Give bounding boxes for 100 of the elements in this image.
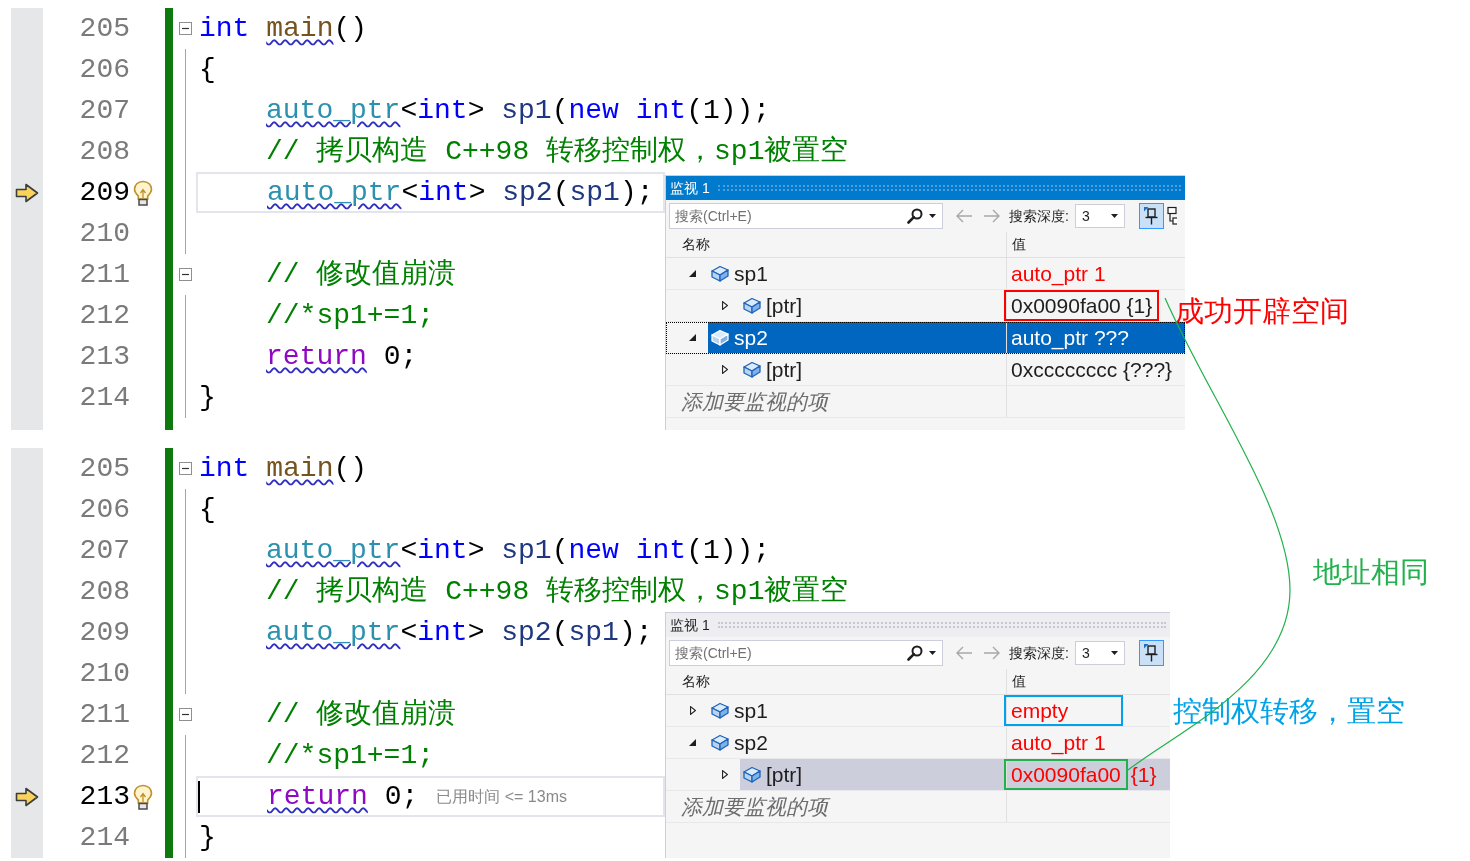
column-header: 名称 [682, 235, 710, 254]
code-line: // 拷贝构造 C++98 转移控制权，sp1被置空 [266, 574, 849, 609]
caret-icon[interactable] [929, 214, 936, 218]
line-number: 211 [79, 698, 130, 731]
watch-value: empty [1011, 697, 1069, 724]
minus-box-icon[interactable] [178, 22, 192, 35]
search-icon[interactable] [907, 208, 923, 224]
code-line: { [199, 52, 216, 87]
watch-value: 0xcccccccc {???} [1011, 356, 1173, 383]
line-number: 214 [79, 821, 130, 854]
code-line: auto_ptr<int> sp1(new int(1)); [266, 93, 771, 128]
search-field[interactable]: 搜索(Ctrl+E) [669, 203, 943, 229]
cube-icon [711, 734, 729, 751]
code-line: return 0; [267, 779, 419, 814]
cube-icon [743, 297, 761, 314]
code-line: // 修改值崩溃 [266, 257, 457, 292]
add-watch-field[interactable]: 添加要监视的项 [666, 386, 1006, 417]
code-line: int main() [199, 11, 368, 46]
column-header: 值 [1012, 235, 1026, 254]
depth-dropdown[interactable]: 3 [1074, 641, 1125, 665]
add-watch-field[interactable]: 添加要监视的项 [666, 791, 1006, 822]
line-number: 205 [79, 452, 130, 485]
watch-value: 0x0090fa00 {1} [1011, 292, 1153, 319]
pin-button[interactable] [1138, 640, 1164, 666]
variable-name: sp1 [734, 260, 768, 287]
search-field[interactable]: 搜索(Ctrl+E) [669, 640, 943, 666]
code-line: //*sp1+=1; [266, 298, 435, 333]
pin-icon [1143, 644, 1159, 662]
triangle-icon[interactable] [689, 334, 696, 341]
caret-icon[interactable] [1110, 214, 1118, 218]
watch-value: auto_ptr 1 [1011, 729, 1106, 756]
depth-dropdown[interactable]: 3 [1074, 204, 1125, 228]
code-line: } [199, 820, 216, 855]
cube-icon [743, 361, 761, 378]
lightbulb-icon[interactable] [133, 783, 153, 810]
hierarchy-icon[interactable] [1166, 206, 1177, 226]
caret-icon[interactable] [929, 651, 936, 655]
line-number: 208 [79, 135, 130, 168]
lightbulb-icon[interactable] [133, 179, 153, 206]
column-header: 值 [1012, 672, 1026, 691]
variable-name: sp2 [734, 324, 768, 351]
depth-label: 搜索深度: [1009, 643, 1069, 663]
line-number: 208 [79, 575, 130, 608]
triangle-icon[interactable] [690, 706, 696, 715]
code-line: return 0; [266, 339, 418, 374]
column-header: 名称 [682, 672, 710, 691]
triangle-icon[interactable] [722, 301, 728, 310]
caret-icon[interactable] [1110, 651, 1118, 655]
variable-name: sp2 [734, 729, 768, 756]
code-line: auto_ptr<int> sp1(new int(1)); [266, 533, 771, 568]
watch-value: auto_ptr 1 [1011, 260, 1106, 287]
variable-name: [ptr] [766, 292, 803, 319]
window-title: 监视 1 [670, 616, 710, 634]
code-line: auto_ptr<int> sp2(sp1); [266, 615, 653, 650]
minus-box-icon[interactable] [178, 268, 192, 281]
minus-box-icon[interactable] [178, 462, 192, 475]
inline-hint: 已用时间 <= 13ms [436, 786, 567, 807]
cube-icon [711, 329, 729, 346]
minus-box-icon[interactable] [178, 708, 192, 721]
line-number: 206 [79, 493, 130, 526]
code-line: } [199, 380, 216, 415]
triangle-icon[interactable] [689, 270, 696, 277]
line-number: 209 [79, 176, 130, 209]
variable-name: sp1 [734, 697, 768, 724]
variable-name: [ptr] [766, 356, 803, 383]
code-line: { [199, 492, 216, 527]
line-number: 210 [79, 217, 130, 250]
code-line: //*sp1+=1; [266, 738, 435, 773]
cube-icon [711, 702, 729, 719]
triangle-icon[interactable] [689, 739, 696, 746]
line-number: 214 [79, 381, 130, 414]
watch-value: auto_ptr ??? [1011, 324, 1129, 351]
code-line: // 修改值崩溃 [266, 697, 457, 732]
watch-value: {1} [1130, 761, 1157, 788]
variable-name: [ptr] [766, 761, 803, 788]
code-line: auto_ptr<int> sp2(sp1); [267, 175, 654, 210]
line-number: 211 [79, 258, 130, 291]
code-line: // 拷贝构造 C++98 转移控制权，sp1被置空 [266, 134, 849, 169]
window-title: 监视 1 [670, 179, 710, 197]
line-number: 207 [79, 94, 130, 127]
annotation-text: 地址相同 [1313, 555, 1429, 590]
triangle-icon[interactable] [722, 365, 728, 374]
triangle-icon[interactable] [722, 770, 728, 779]
watch-row[interactable]: [ptr] 0xcccccccc {???} [666, 354, 1185, 386]
line-number: 210 [79, 657, 130, 690]
watch-value: 0x0090fa00 [1011, 761, 1121, 788]
line-number: 212 [79, 739, 130, 772]
watch-row[interactable]: sp1 empty [666, 695, 1170, 727]
depth-label: 搜索深度: [1009, 206, 1069, 226]
line-number: 212 [79, 299, 130, 332]
line-number: 205 [79, 12, 130, 45]
pin-icon [1143, 207, 1159, 225]
watch-row[interactable]: sp1 auto_ptr 1 [666, 258, 1185, 290]
code-line: int main() [199, 451, 368, 486]
search-icon[interactable] [907, 645, 923, 661]
line-number: 213 [79, 340, 130, 373]
cube-icon [711, 265, 729, 282]
line-number: 209 [79, 616, 130, 649]
pin-button[interactable] [1138, 203, 1164, 229]
line-number: 206 [79, 53, 130, 86]
